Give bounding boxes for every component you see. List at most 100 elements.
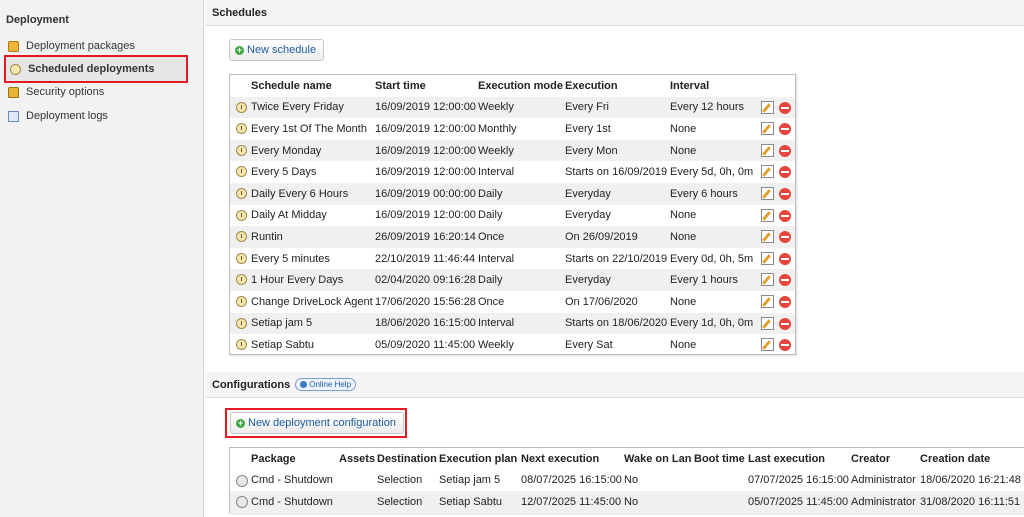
package-icon	[8, 40, 19, 52]
edit-icon[interactable]	[761, 122, 774, 136]
column-header[interactable]: Execution mode	[478, 75, 565, 97]
sidebar-item-security-options[interactable]: Security options	[4, 80, 188, 104]
sidebar-title: Deployment	[6, 14, 69, 26]
table-row[interactable]: Change DriveLock Agent 17/06/2020 15:56:2…	[230, 291, 795, 313]
column-header[interactable]: Next execution	[521, 448, 624, 470]
table-cell: None	[670, 144, 697, 157]
table-row[interactable]: Every 5 minutes 22/10/2019 11:46:44 Interv…	[230, 248, 795, 270]
delete-icon[interactable]	[779, 296, 791, 308]
table-cell: Runtin	[251, 230, 283, 243]
table-cell: Weekly	[478, 144, 514, 157]
edit-icon[interactable]	[761, 251, 774, 265]
edit-icon[interactable]	[761, 273, 774, 287]
table-cell	[694, 470, 748, 492]
edit-icon[interactable]	[761, 316, 774, 330]
table-row[interactable]: Cmd - Shutdown Selection Setiap Sabtu 12/07…	[230, 491, 1024, 513]
table-cell: None	[670, 230, 697, 243]
table-row[interactable]: Daily Every 6 Hours 16/09/2019 00:00:00 Da…	[230, 183, 795, 205]
table-cell: Every Fri	[565, 101, 609, 114]
table-cell: 16/09/2019 00:00:00	[375, 187, 476, 200]
configurations-title: Configurations	[212, 378, 291, 391]
table-row[interactable]: Every 1st Of The Month 16/09/2019 12:00:0…	[230, 118, 795, 140]
column-header[interactable]: Schedule name	[251, 75, 375, 97]
main-content: Schedules + New schedule Schedule name St…	[205, 0, 1024, 517]
schedule-clock-icon	[236, 317, 247, 329]
table-row[interactable]: Every Monday 16/09/2019 12:00:00 Weekly Eve…	[230, 139, 795, 162]
table-cell: Every 1st Of The Month	[251, 122, 367, 135]
edit-icon[interactable]	[761, 187, 774, 200]
delete-icon[interactable]	[779, 188, 791, 200]
edit-icon[interactable]	[761, 230, 774, 244]
delete-icon[interactable]	[779, 252, 791, 265]
table-cell	[339, 491, 377, 513]
edit-icon[interactable]	[761, 295, 774, 308]
table-cell: Change DriveLock Agent	[251, 295, 373, 308]
schedule-clock-icon	[236, 296, 247, 307]
table-row[interactable]: Twice Every Friday 16/09/2019 12:00:00 Wee…	[230, 96, 795, 119]
delete-icon[interactable]	[779, 123, 791, 136]
table-row[interactable]: 1 Hour Every Days 02/04/2020 09:16:28 Dail…	[230, 269, 795, 291]
schedule-clock-icon	[236, 339, 247, 351]
column-header[interactable]: Creator	[851, 448, 920, 470]
column-header[interactable]: Interval	[670, 75, 760, 97]
edit-icon[interactable]	[761, 338, 774, 352]
column-header[interactable]: Package	[251, 448, 339, 470]
edit-icon[interactable]	[761, 208, 774, 222]
schedule-clock-icon	[236, 209, 247, 221]
column-header[interactable]: Last execution	[748, 448, 851, 470]
table-cell: Setiap Sabtu	[439, 495, 502, 508]
table-row[interactable]: Daily At Midday 16/09/2019 12:00:00 Daily E…	[230, 205, 795, 227]
table-row[interactable]: Setiap Sabtu 05/09/2020 11:45:00 Weekly Eve…	[230, 334, 795, 356]
delete-icon[interactable]	[779, 166, 791, 179]
delete-icon[interactable]	[779, 339, 791, 352]
edit-icon[interactable]	[761, 165, 774, 179]
table-cell: Selection	[377, 474, 423, 487]
configuration-icon	[236, 474, 248, 487]
table-cell: 05/07/2025 11:45:00	[748, 495, 849, 508]
column-header[interactable]: Creation date	[920, 448, 1024, 470]
table-cell: Every Monday	[251, 144, 322, 157]
column-header[interactable]: Boot time	[694, 448, 748, 470]
delete-icon[interactable]	[779, 317, 791, 330]
column-header[interactable]: Destination	[377, 448, 439, 470]
delete-icon[interactable]	[779, 209, 791, 222]
column-header[interactable]: Assets	[339, 448, 377, 470]
edit-icon[interactable]	[761, 100, 774, 114]
table-cell: 16/09/2019 12:00:00	[375, 101, 476, 114]
delete-icon[interactable]	[779, 231, 791, 244]
table-cell: Weekly	[478, 338, 514, 351]
table-cell: 31/08/2020 16:11:51	[920, 495, 1021, 508]
table-cell: On 17/06/2020	[565, 295, 638, 308]
delete-icon[interactable]	[779, 144, 791, 157]
table-cell: 17/06/2020 15:56:28	[375, 295, 476, 308]
delete-icon[interactable]	[779, 274, 791, 287]
edit-icon[interactable]	[761, 143, 774, 157]
plus-icon: +	[235, 44, 244, 55]
table-cell: Every 12 hours	[670, 101, 744, 114]
online-help-button[interactable]: Online Help	[295, 378, 357, 391]
sidebar-item-deployment-logs[interactable]: Deployment logs	[4, 104, 188, 128]
table-cell: Starts on 16/09/2019	[565, 166, 668, 179]
table-cell: No	[624, 495, 639, 508]
table-cell: Every 5 Days	[251, 166, 317, 179]
table-cell: Every 6 hours	[670, 187, 738, 200]
table-cell: 22/10/2019 11:46:44	[375, 252, 476, 265]
schedules-title: Schedules	[212, 6, 268, 19]
sidebar-item-label: Deployment packages	[26, 40, 135, 52]
column-header[interactable]: Execution plan	[439, 448, 521, 470]
table-cell: 16/09/2019 12:00:00	[375, 209, 476, 222]
table-cell: Everyday	[565, 209, 611, 222]
table-row[interactable]: Setiap jam 5 18/06/2020 16:15:00 Interval S…	[230, 312, 795, 335]
delete-icon[interactable]	[779, 101, 791, 114]
column-header[interactable]: Start time	[375, 75, 478, 97]
table-row[interactable]: Every 5 Days 16/09/2019 12:00:00 Interval S…	[230, 161, 795, 183]
column-header[interactable]: Execution	[565, 75, 670, 97]
column-header[interactable]: Wake on Lan	[624, 448, 694, 470]
table-row[interactable]: Cmd - Shutdown Selection Setiap jam 5 08/07…	[230, 470, 1024, 492]
table-cell: Cmd - Shutdown	[251, 495, 333, 508]
new-schedule-button[interactable]: + New schedule	[229, 39, 325, 61]
new-deployment-configuration-button[interactable]: + New deployment configuration	[230, 412, 404, 434]
sidebar: Deployment Deployment packages Scheduled…	[0, 0, 204, 517]
sidebar-item-scheduled-deployments[interactable]: Scheduled deployments	[4, 55, 188, 83]
table-row[interactable]: Runtin 26/09/2019 16:20:14 Once On 26/09/20…	[230, 226, 795, 248]
